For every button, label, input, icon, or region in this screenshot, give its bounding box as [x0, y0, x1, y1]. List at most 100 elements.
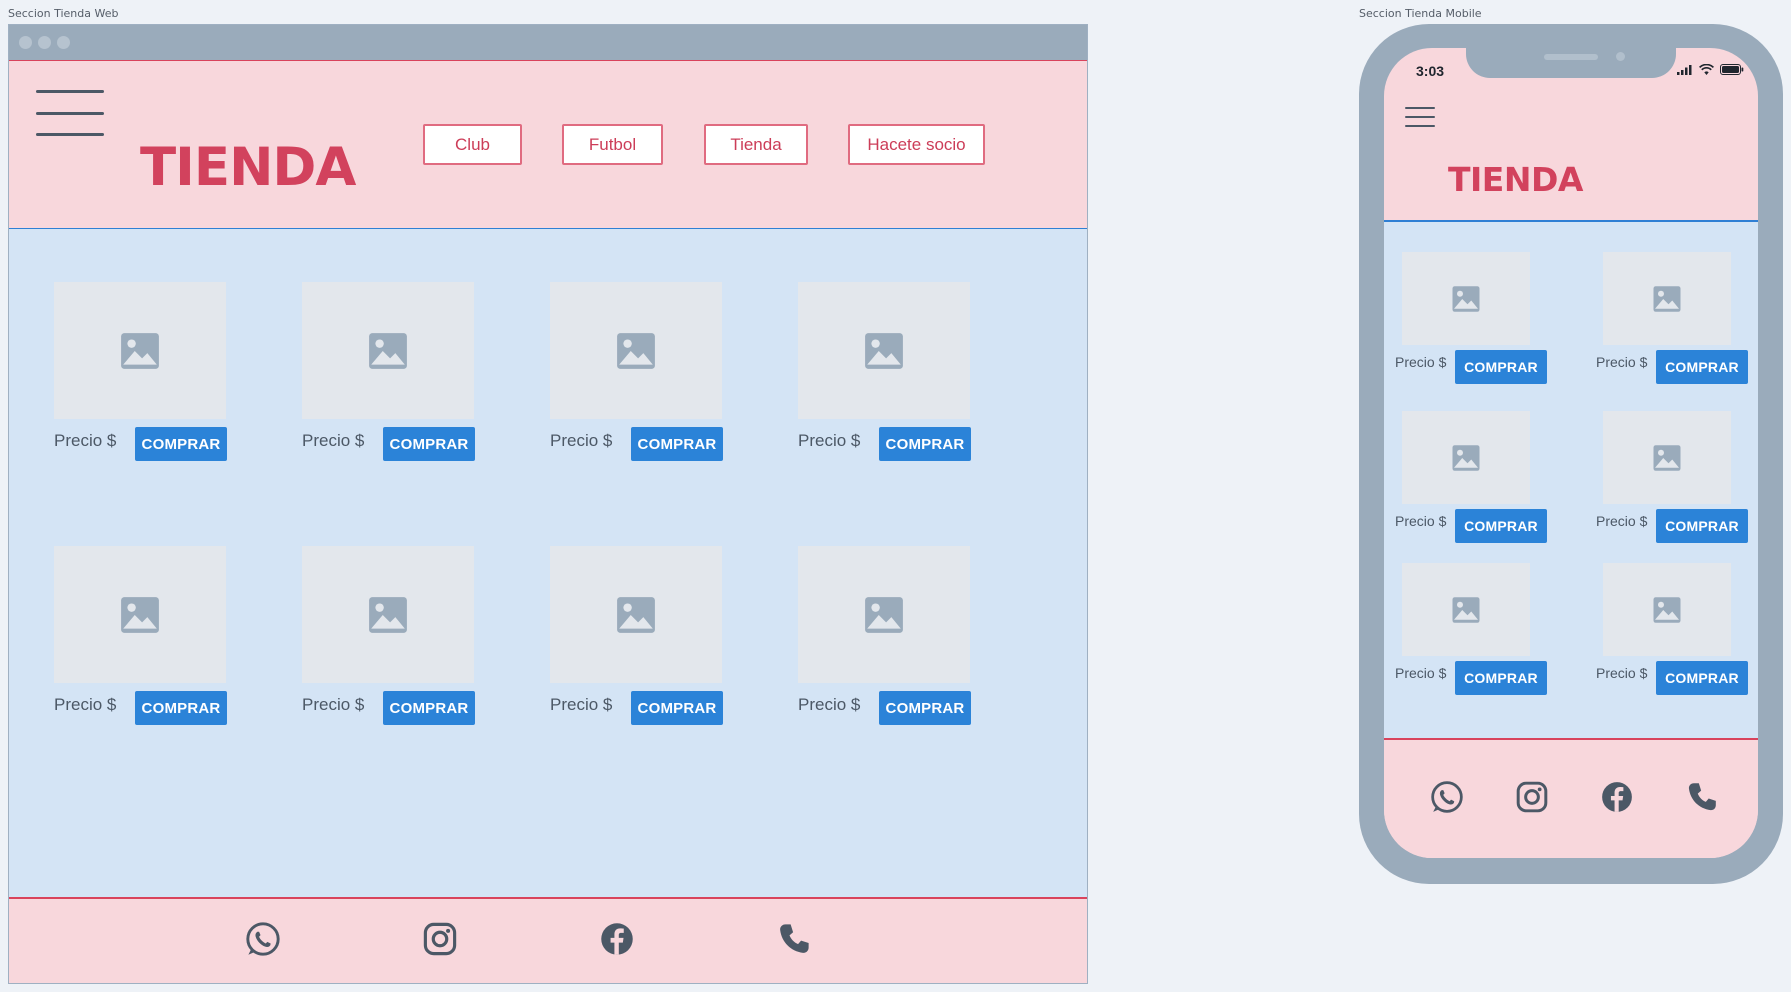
buy-button[interactable]: COMPRAR	[1656, 661, 1748, 695]
speaker-icon	[1544, 54, 1598, 60]
page-title: TIENDA	[1448, 160, 1583, 199]
image-placeholder-icon	[1652, 595, 1682, 625]
buy-button[interactable]: COMPRAR	[631, 427, 723, 461]
buy-button[interactable]: COMPRAR	[631, 691, 723, 725]
image-placeholder-icon	[615, 330, 657, 372]
image-placeholder-icon	[1652, 443, 1682, 473]
whatsapp-icon[interactable]	[1430, 780, 1464, 814]
image-placeholder-icon	[615, 594, 657, 636]
instagram-icon[interactable]	[1515, 780, 1549, 814]
product-image[interactable]	[550, 282, 722, 419]
image-placeholder-icon	[119, 330, 161, 372]
window-dot-icon[interactable]	[19, 36, 32, 49]
image-placeholder-icon	[1451, 595, 1481, 625]
product-price: Precio $	[1596, 354, 1648, 370]
product-card: Precio $ COMPRAR	[1596, 252, 1748, 384]
buy-button[interactable]: COMPRAR	[1455, 661, 1547, 695]
web-frame-label: Seccion Tienda Web	[8, 7, 119, 20]
product-image[interactable]	[1603, 563, 1731, 656]
facebook-icon[interactable]	[1600, 780, 1634, 814]
product-price: Precio $	[302, 431, 365, 450]
mobile-frame-label: Seccion Tienda Mobile	[1359, 7, 1482, 20]
buy-button[interactable]: COMPRAR	[135, 427, 227, 461]
product-price: Precio $	[798, 431, 861, 450]
product-image[interactable]	[1603, 252, 1731, 345]
nav-club-button[interactable]: Club	[423, 124, 522, 165]
product-image[interactable]	[550, 546, 722, 683]
product-image[interactable]	[798, 282, 970, 419]
instagram-icon[interactable]	[422, 921, 458, 957]
product-image[interactable]	[1402, 411, 1530, 504]
window-dot-icon[interactable]	[57, 36, 70, 49]
buy-button[interactable]: COMPRAR	[383, 691, 475, 725]
product-image[interactable]	[798, 546, 970, 683]
product-price: Precio $	[1395, 665, 1447, 681]
product-image[interactable]	[1402, 252, 1530, 345]
buy-button[interactable]: COMPRAR	[135, 691, 227, 725]
product-card: Precio $ COMPRAR	[798, 546, 971, 725]
product-card: Precio $ COMPRAR	[302, 546, 475, 725]
image-placeholder-icon	[367, 330, 409, 372]
image-placeholder-icon	[1451, 443, 1481, 473]
product-image[interactable]	[302, 546, 474, 683]
product-image[interactable]	[1402, 563, 1530, 656]
buy-button[interactable]: COMPRAR	[1656, 509, 1748, 543]
product-price: Precio $	[1596, 665, 1648, 681]
product-price: Precio $	[1596, 513, 1648, 529]
whatsapp-icon[interactable]	[245, 921, 281, 957]
nav-futbol-button[interactable]: Futbol	[562, 124, 663, 165]
buy-button[interactable]: COMPRAR	[1455, 350, 1547, 384]
phone-icon[interactable]	[1685, 780, 1719, 814]
product-grid: Precio $ COMPRAR Precio $ COMPRAR Precio…	[9, 229, 1087, 899]
hamburger-menu-icon[interactable]	[1405, 107, 1435, 127]
image-placeholder-icon	[119, 594, 161, 636]
nav-tienda-button[interactable]: Tienda	[704, 124, 808, 165]
product-price: Precio $	[798, 695, 861, 714]
mobile-footer	[1384, 740, 1758, 858]
nav-hacete-socio-button[interactable]: Hacete socio	[848, 124, 985, 165]
buy-button[interactable]: COMPRAR	[1656, 350, 1748, 384]
product-card: Precio $ COMPRAR	[1395, 411, 1547, 543]
wifi-icon	[1699, 64, 1714, 75]
product-price: Precio $	[54, 431, 117, 450]
product-price: Precio $	[1395, 513, 1447, 529]
product-card: Precio $ COMPRAR	[54, 282, 227, 461]
web-browser-frame: TIENDA Club Futbol Tienda Hacete socio P…	[8, 24, 1088, 984]
product-card: Precio $ COMPRAR	[1395, 252, 1547, 384]
product-card: Precio $ COMPRAR	[1395, 563, 1547, 695]
browser-titlebar	[9, 25, 1087, 61]
product-price: Precio $	[302, 695, 365, 714]
phone-notch	[1466, 48, 1676, 78]
status-time: 3:03	[1416, 63, 1445, 79]
product-price: Precio $	[550, 431, 613, 450]
image-placeholder-icon	[1451, 284, 1481, 314]
product-grid: Precio $ COMPRAR Precio $ COMPRAR Precio…	[1384, 220, 1758, 740]
product-card: Precio $ COMPRAR	[798, 282, 971, 461]
buy-button[interactable]: COMPRAR	[879, 427, 971, 461]
product-image[interactable]	[54, 282, 226, 419]
product-price: Precio $	[550, 695, 613, 714]
facebook-icon[interactable]	[599, 921, 635, 957]
signal-icon	[1677, 64, 1692, 75]
status-icons	[1677, 64, 1744, 75]
product-card: Precio $ COMPRAR	[550, 282, 723, 461]
buy-button[interactable]: COMPRAR	[1455, 509, 1547, 543]
phone-screen: 3:03 TIENDA Precio $ COMPRAR Precio $ CO…	[1384, 48, 1758, 858]
product-image[interactable]	[54, 546, 226, 683]
image-placeholder-icon	[863, 330, 905, 372]
window-dot-icon[interactable]	[38, 36, 51, 49]
image-placeholder-icon	[863, 594, 905, 636]
hamburger-menu-icon[interactable]	[36, 90, 104, 136]
product-price: Precio $	[1395, 354, 1447, 370]
web-footer	[9, 901, 1087, 983]
product-image[interactable]	[302, 282, 474, 419]
buy-button[interactable]: COMPRAR	[879, 691, 971, 725]
product-image[interactable]	[1603, 411, 1731, 504]
phone-icon[interactable]	[776, 921, 812, 957]
product-card: Precio $ COMPRAR	[302, 282, 475, 461]
buy-button[interactable]: COMPRAR	[383, 427, 475, 461]
phone-frame: 3:03 TIENDA Precio $ COMPRAR Precio $ CO…	[1359, 24, 1783, 884]
image-placeholder-icon	[367, 594, 409, 636]
image-placeholder-icon	[1652, 284, 1682, 314]
web-header: TIENDA Club Futbol Tienda Hacete socio	[9, 61, 1087, 229]
